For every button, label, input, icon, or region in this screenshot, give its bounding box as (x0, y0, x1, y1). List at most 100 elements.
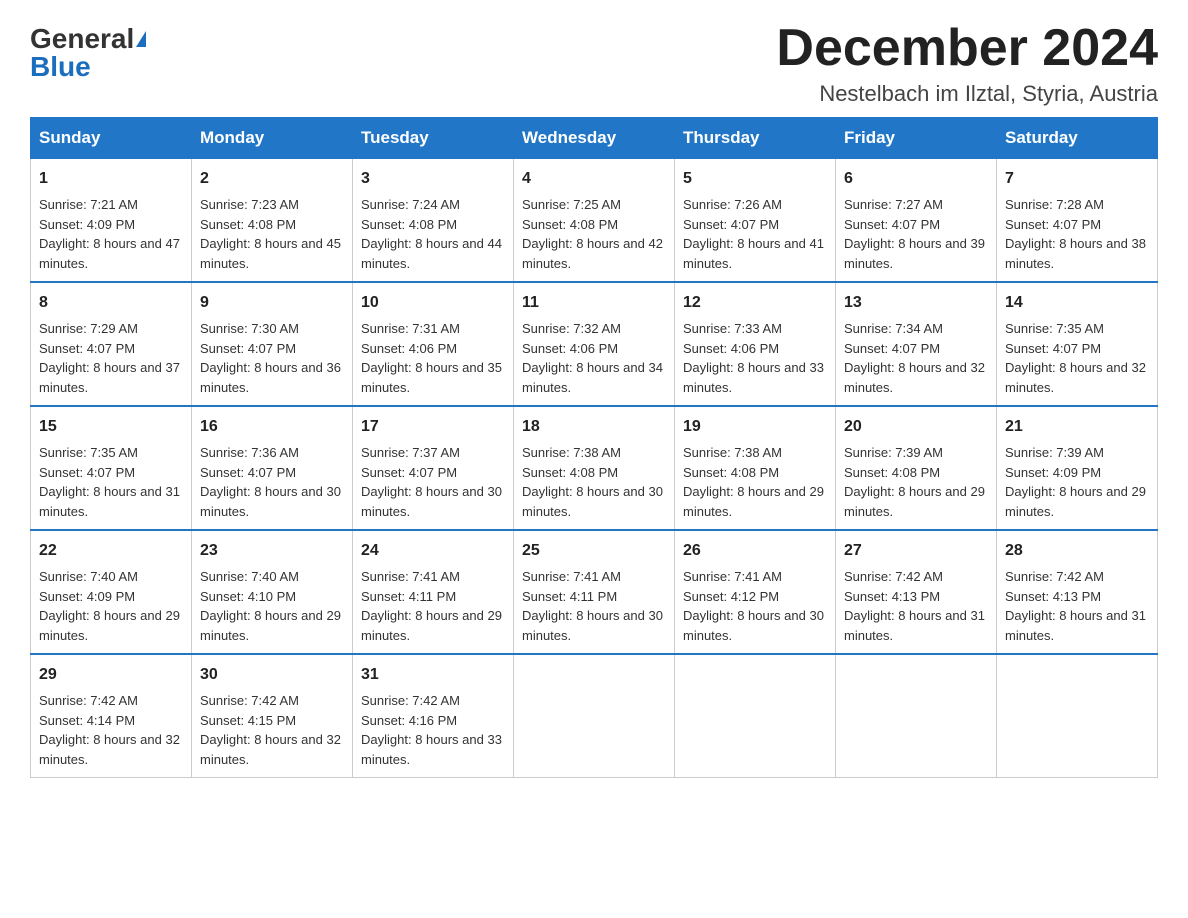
day-number: 10 (361, 291, 505, 315)
day-number: 21 (1005, 415, 1149, 439)
calendar-cell: 16Sunrise: 7:36 AMSunset: 4:07 PMDayligh… (192, 406, 353, 530)
day-info: Sunrise: 7:36 AMSunset: 4:07 PMDaylight:… (200, 443, 344, 521)
day-number: 31 (361, 663, 505, 687)
month-title: December 2024 (776, 20, 1158, 77)
calendar-cell: 6Sunrise: 7:27 AMSunset: 4:07 PMDaylight… (836, 159, 997, 283)
day-number: 11 (522, 291, 666, 315)
day-info: Sunrise: 7:40 AMSunset: 4:09 PMDaylight:… (39, 567, 183, 645)
weekday-header-friday: Friday (836, 118, 997, 159)
calendar-cell: 13Sunrise: 7:34 AMSunset: 4:07 PMDayligh… (836, 282, 997, 406)
day-number: 12 (683, 291, 827, 315)
calendar-cell: 4 Sunrise: 7:25 AMSunset: 4:08 PMDaylight… (514, 159, 675, 283)
day-number: 9 (200, 291, 344, 315)
day-number: 22 (39, 539, 183, 563)
day-info: Sunrise: 7:33 AMSunset: 4:06 PMDaylight:… (683, 319, 827, 397)
day-info: Sunrise: 7:40 AMSunset: 4:10 PMDaylight:… (200, 567, 344, 645)
calendar-cell (675, 654, 836, 778)
day-number: 30 (200, 663, 344, 687)
calendar-cell: 7Sunrise: 7:28 AMSunset: 4:07 PMDaylight… (997, 159, 1158, 283)
day-number: 18 (522, 415, 666, 439)
day-info: Sunrise: 7:39 AMSunset: 4:09 PMDaylight:… (1005, 443, 1149, 521)
day-number: 14 (1005, 291, 1149, 315)
day-number: 8 (39, 291, 183, 315)
day-info: Sunrise: 7:37 AMSunset: 4:07 PMDaylight:… (361, 443, 505, 521)
day-info: Sunrise: 7:41 AMSunset: 4:11 PMDaylight:… (522, 567, 666, 645)
day-number: 20 (844, 415, 988, 439)
calendar-week-row: 29Sunrise: 7:42 AMSunset: 4:14 PMDayligh… (31, 654, 1158, 778)
day-number: 15 (39, 415, 183, 439)
calendar-cell: 26 Sunrise: 7:41 AMSunset: 4:12 PMDayligh… (675, 530, 836, 654)
day-info: Sunrise: 7:35 AMSunset: 4:07 PMDaylight:… (39, 443, 183, 521)
day-number: 26 (683, 539, 827, 563)
day-info: Sunrise: 7:38 AMSunset: 4:08 PMDaylight:… (683, 443, 827, 521)
day-info: Sunrise: 7:23 AMSunset: 4:08 PMDaylight:… (200, 195, 344, 273)
day-info: Sunrise: 7:38 AMSunset: 4:08 PMDaylight:… (522, 443, 666, 521)
day-number: 6 (844, 167, 988, 191)
calendar-cell: 18 Sunrise: 7:38 AMSunset: 4:08 PMDayligh… (514, 406, 675, 530)
day-info: Sunrise: 7:31 AMSunset: 4:06 PMDaylight:… (361, 319, 505, 397)
day-info: Sunrise: 7:42 AMSunset: 4:15 PMDaylight:… (200, 691, 344, 769)
calendar-cell: 21 Sunrise: 7:39 AMSunset: 4:09 PMDayligh… (997, 406, 1158, 530)
calendar-cell: 15 Sunrise: 7:35 AMSunset: 4:07 PMDayligh… (31, 406, 192, 530)
calendar-cell: 27 Sunrise: 7:42 AMSunset: 4:13 PMDayligh… (836, 530, 997, 654)
day-info: Sunrise: 7:41 AMSunset: 4:12 PMDaylight:… (683, 567, 827, 645)
calendar-cell: 31 Sunrise: 7:42 AMSunset: 4:16 PMDayligh… (353, 654, 514, 778)
weekday-header-tuesday: Tuesday (353, 118, 514, 159)
day-info: Sunrise: 7:21 AMSunset: 4:09 PMDaylight:… (39, 195, 183, 273)
day-info: Sunrise: 7:42 AMSunset: 4:13 PMDaylight:… (844, 567, 988, 645)
calendar-table: SundayMondayTuesdayWednesdayThursdayFrid… (30, 117, 1158, 778)
day-number: 7 (1005, 167, 1149, 191)
day-info: Sunrise: 7:41 AMSunset: 4:11 PMDaylight:… (361, 567, 505, 645)
page-header: General Blue December 2024 Nestelbach im… (30, 20, 1158, 107)
day-number: 27 (844, 539, 988, 563)
calendar-cell (836, 654, 997, 778)
calendar-cell: 5 Sunrise: 7:26 AMSunset: 4:07 PMDaylight… (675, 159, 836, 283)
calendar-cell: 28Sunrise: 7:42 AMSunset: 4:13 PMDayligh… (997, 530, 1158, 654)
weekday-header-sunday: Sunday (31, 118, 192, 159)
calendar-cell: 11 Sunrise: 7:32 AMSunset: 4:06 PMDayligh… (514, 282, 675, 406)
calendar-cell: 3Sunrise: 7:24 AMSunset: 4:08 PMDaylight… (353, 159, 514, 283)
calendar-cell: 19 Sunrise: 7:38 AMSunset: 4:08 PMDayligh… (675, 406, 836, 530)
calendar-week-row: 15 Sunrise: 7:35 AMSunset: 4:07 PMDayligh… (31, 406, 1158, 530)
calendar-cell: 2Sunrise: 7:23 AMSunset: 4:08 PMDaylight… (192, 159, 353, 283)
day-number: 4 (522, 167, 666, 191)
day-info: Sunrise: 7:24 AMSunset: 4:08 PMDaylight:… (361, 195, 505, 273)
logo: General Blue (30, 20, 146, 81)
day-number: 28 (1005, 539, 1149, 563)
location-text: Nestelbach im Ilztal, Styria, Austria (776, 81, 1158, 107)
day-info: Sunrise: 7:39 AMSunset: 4:08 PMDaylight:… (844, 443, 988, 521)
weekday-header-row: SundayMondayTuesdayWednesdayThursdayFrid… (31, 118, 1158, 159)
weekday-header-monday: Monday (192, 118, 353, 159)
calendar-cell: 9 Sunrise: 7:30 AMSunset: 4:07 PMDaylight… (192, 282, 353, 406)
calendar-week-row: 8Sunrise: 7:29 AMSunset: 4:07 PMDaylight… (31, 282, 1158, 406)
calendar-cell: 1 Sunrise: 7:21 AMSunset: 4:09 PMDaylight… (31, 159, 192, 283)
day-number: 25 (522, 539, 666, 563)
calendar-cell: 17Sunrise: 7:37 AMSunset: 4:07 PMDayligh… (353, 406, 514, 530)
day-number: 24 (361, 539, 505, 563)
day-number: 23 (200, 539, 344, 563)
day-info: Sunrise: 7:25 AMSunset: 4:08 PMDaylight:… (522, 195, 666, 273)
calendar-cell: 29Sunrise: 7:42 AMSunset: 4:14 PMDayligh… (31, 654, 192, 778)
calendar-cell: 10 Sunrise: 7:31 AMSunset: 4:06 PMDayligh… (353, 282, 514, 406)
day-number: 1 (39, 167, 183, 191)
weekday-header-thursday: Thursday (675, 118, 836, 159)
calendar-cell (997, 654, 1158, 778)
day-number: 29 (39, 663, 183, 687)
day-number: 19 (683, 415, 827, 439)
calendar-cell (514, 654, 675, 778)
day-number: 5 (683, 167, 827, 191)
calendar-cell: 30 Sunrise: 7:42 AMSunset: 4:15 PMDayligh… (192, 654, 353, 778)
day-info: Sunrise: 7:30 AMSunset: 4:07 PMDaylight:… (200, 319, 344, 397)
logo-triangle-icon (136, 31, 146, 47)
calendar-cell: 23 Sunrise: 7:40 AMSunset: 4:10 PMDayligh… (192, 530, 353, 654)
calendar-week-row: 1 Sunrise: 7:21 AMSunset: 4:09 PMDaylight… (31, 159, 1158, 283)
day-info: Sunrise: 7:26 AMSunset: 4:07 PMDaylight:… (683, 195, 827, 273)
calendar-cell: 22 Sunrise: 7:40 AMSunset: 4:09 PMDayligh… (31, 530, 192, 654)
calendar-cell: 24 Sunrise: 7:41 AMSunset: 4:11 PMDayligh… (353, 530, 514, 654)
day-number: 13 (844, 291, 988, 315)
logo-blue-text: Blue (30, 53, 91, 81)
day-info: Sunrise: 7:32 AMSunset: 4:06 PMDaylight:… (522, 319, 666, 397)
calendar-cell: 20 Sunrise: 7:39 AMSunset: 4:08 PMDayligh… (836, 406, 997, 530)
day-info: Sunrise: 7:42 AMSunset: 4:16 PMDaylight:… (361, 691, 505, 769)
calendar-cell: 25 Sunrise: 7:41 AMSunset: 4:11 PMDayligh… (514, 530, 675, 654)
